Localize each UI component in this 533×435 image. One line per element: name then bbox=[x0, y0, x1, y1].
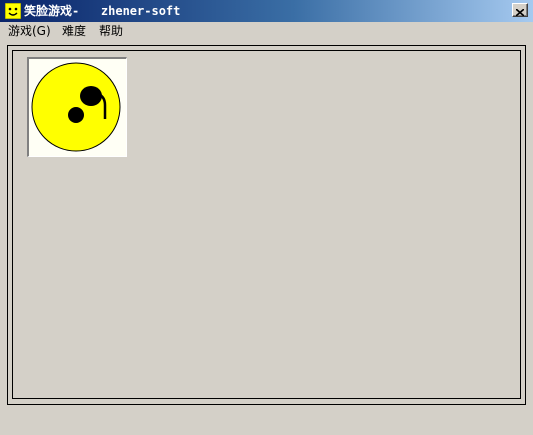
window-title: 笑脸游戏- zhener-soft bbox=[24, 4, 181, 18]
main-window: 笑脸游戏- zhener-soft 游戏(G) 难度 帮助 bbox=[0, 0, 533, 435]
status-area bbox=[0, 406, 533, 435]
sad-face-icon bbox=[31, 62, 121, 152]
menu-game[interactable]: 游戏(G) bbox=[8, 22, 51, 40]
title-bar[interactable]: 笑脸游戏- zhener-soft bbox=[0, 0, 533, 22]
menu-difficulty[interactable]: 难度 bbox=[62, 22, 86, 40]
menu-help[interactable]: 帮助 bbox=[99, 22, 123, 40]
close-button[interactable] bbox=[512, 3, 528, 17]
close-icon bbox=[515, 1, 525, 20]
face-tile[interactable] bbox=[27, 57, 127, 157]
smiley-app-icon bbox=[4, 2, 22, 20]
menu-bar: 游戏(G) 难度 帮助 bbox=[0, 22, 533, 40]
